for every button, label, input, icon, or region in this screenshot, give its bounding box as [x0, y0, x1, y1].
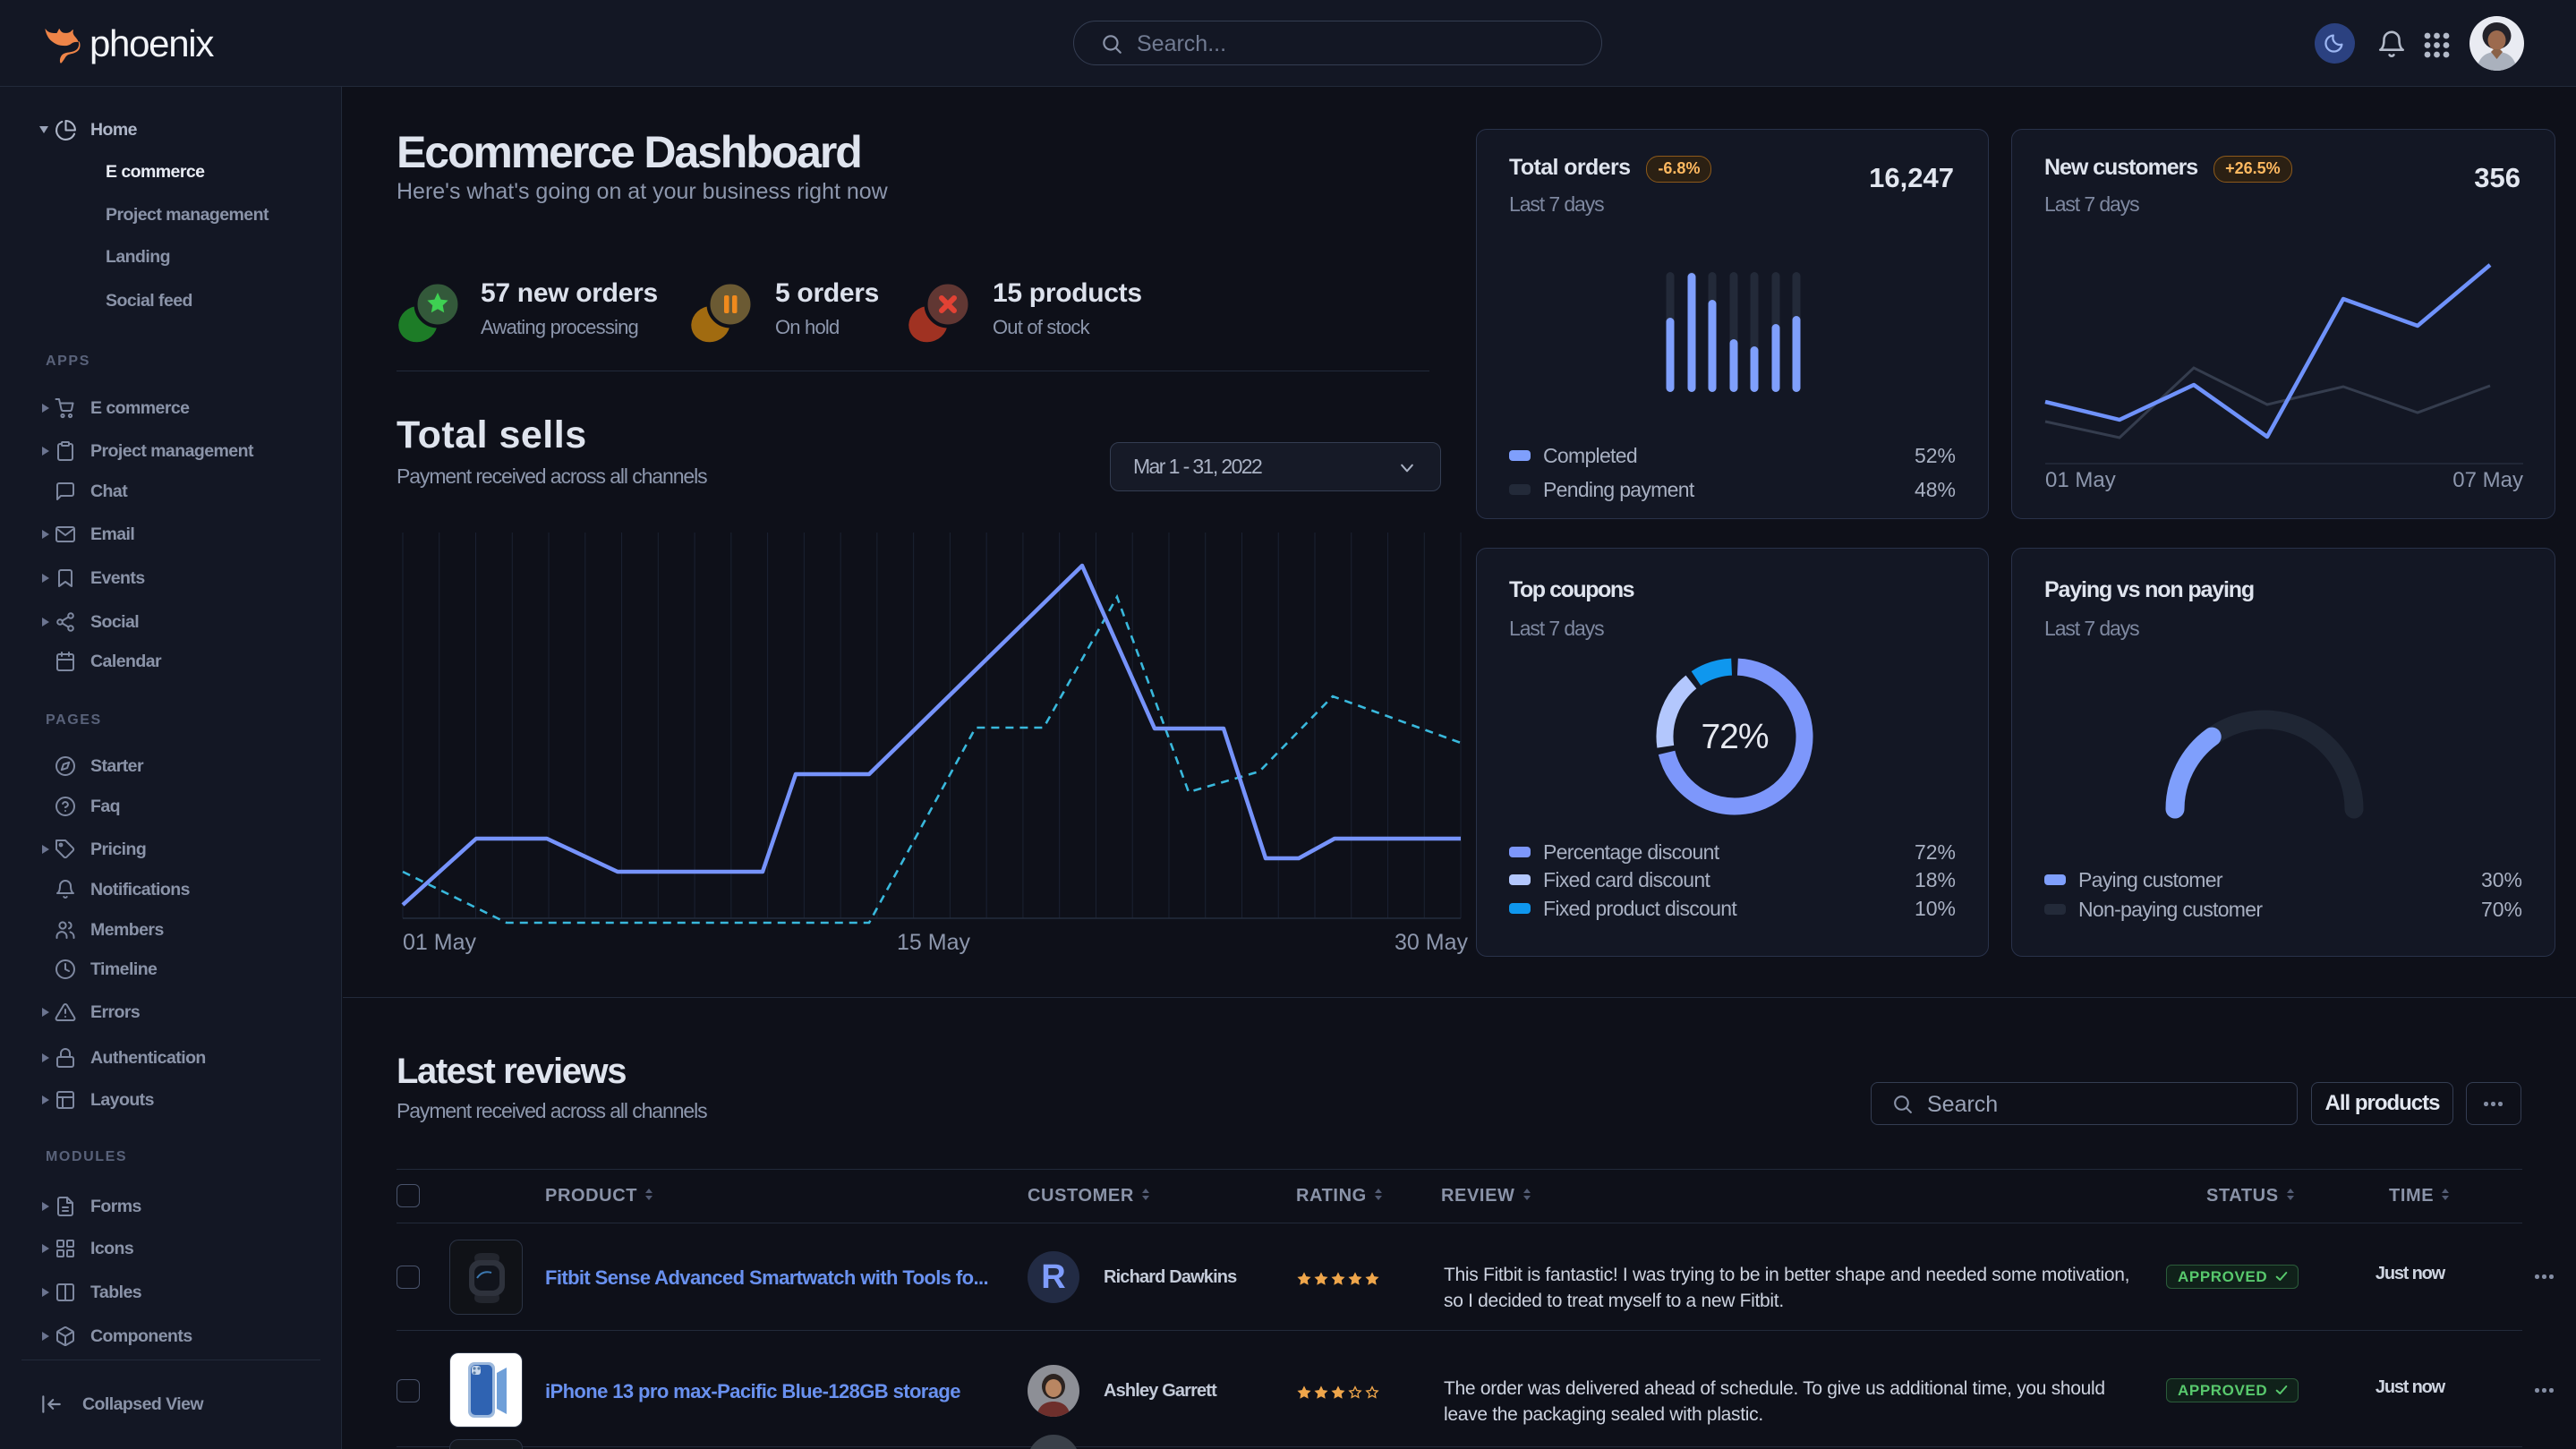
svg-text:01 May: 01 May — [403, 930, 476, 955]
svg-text:30 May: 30 May — [1395, 930, 1468, 955]
svg-text:07 May: 07 May — [2452, 468, 2523, 492]
svg-text:01 May: 01 May — [2045, 468, 2116, 492]
svg-text:72%: 72% — [1701, 718, 1768, 756]
svg-text:15 May: 15 May — [897, 930, 970, 955]
